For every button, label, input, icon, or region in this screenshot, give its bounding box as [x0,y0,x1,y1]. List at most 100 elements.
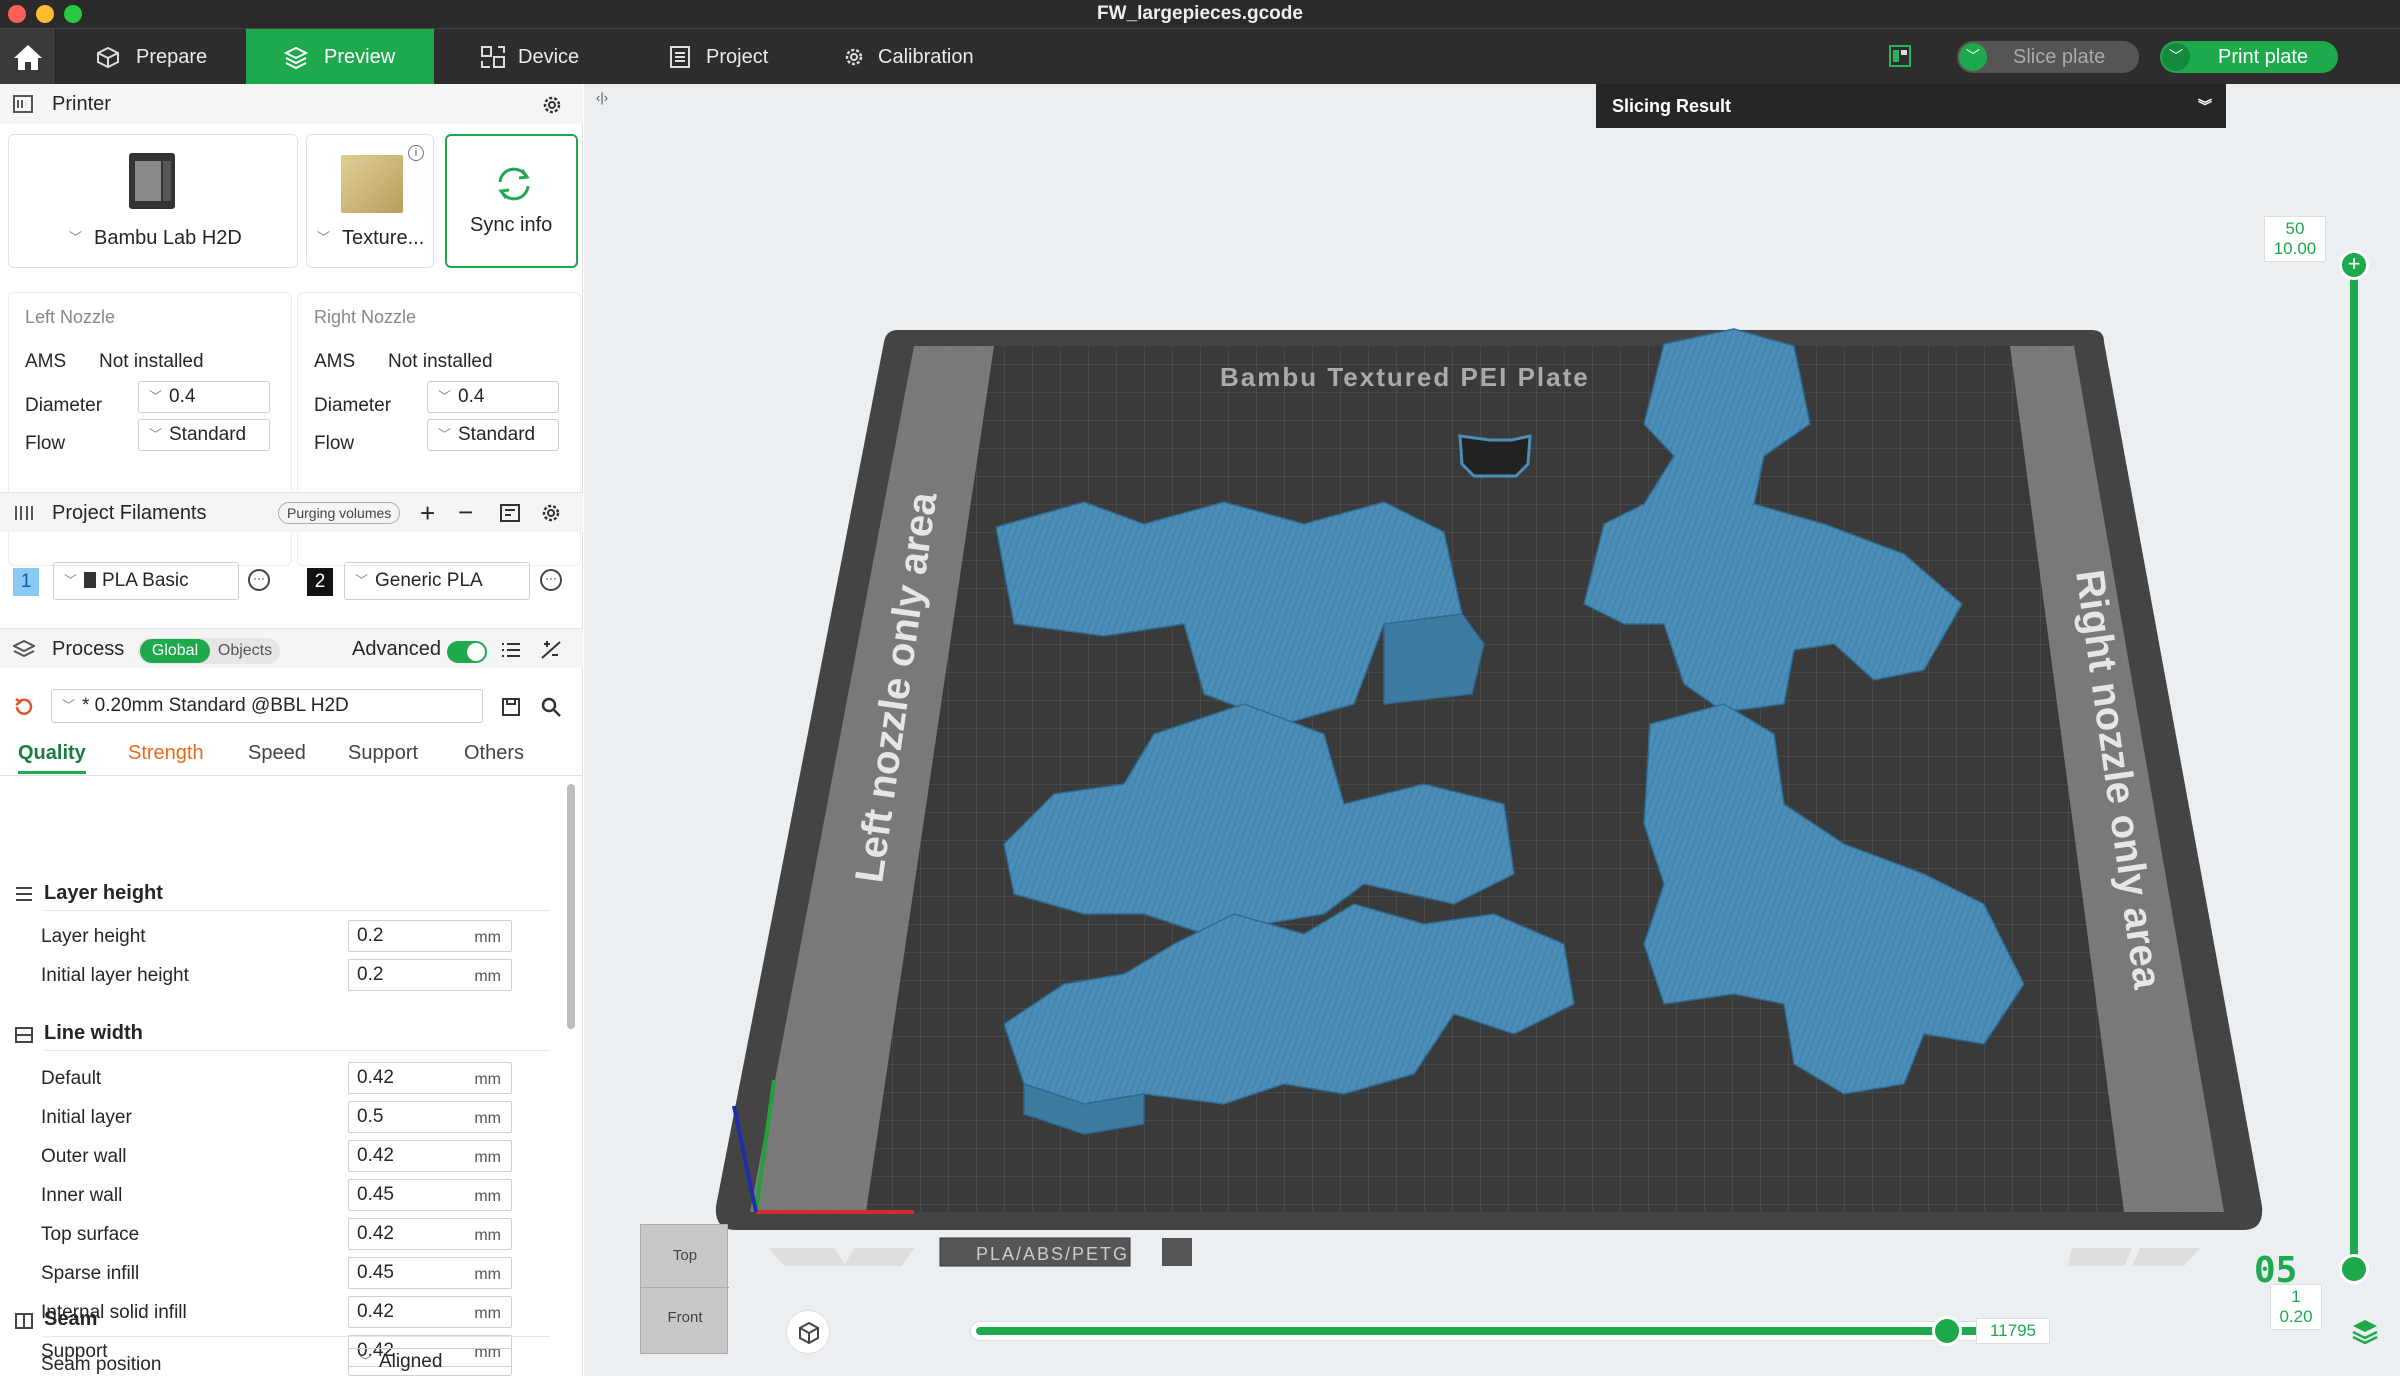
layer-height-category: Layer height [44,882,163,904]
initial-layer-line-width-input[interactable]: 0.5 mm [348,1101,512,1133]
tab-support[interactable]: Support [348,742,418,765]
layer-slider-track[interactable] [2350,258,2358,1278]
layers-icon [284,46,308,70]
sync-info-button[interactable]: Sync info [445,134,578,268]
save-profile-icon[interactable] [500,696,522,718]
minimize-window-button[interactable] [36,5,54,23]
setting-label: Top surface [41,1224,140,1245]
filament-2-more-icon[interactable]: ··· [540,569,562,591]
list-view-icon[interactable] [500,640,522,660]
chevron-down-icon: ﹀ [64,573,78,588]
plate-view-button[interactable] [1888,43,1912,69]
layer-slider-top-handle[interactable]: + [2339,250,2369,280]
layer-slider-bottom-handle[interactable] [2339,1254,2369,1284]
printer-section-header: Printer [0,84,583,124]
document-icon [670,46,690,68]
left-nozzle-diameter-select[interactable]: ﹀ 0.4 [138,381,270,413]
tab-device[interactable]: Device [470,29,610,85]
chevron-down-icon: ﹀ [355,573,369,588]
filament-settings-gear-icon[interactable] [541,503,561,523]
tab-strength[interactable]: Strength [128,742,204,765]
slice-dropdown-chevron-icon[interactable]: ﹀ [1959,43,1987,71]
left-nozzle-flow-select[interactable]: ﹀ Standard [138,419,270,451]
printer-chevron-icon: ﹀ [69,230,83,245]
plate-label: Bambu Textured PEI Plate [1220,362,1590,392]
right-nozzle-diameter-select[interactable]: ﹀ 0.4 [427,381,559,413]
objects-toggle-option[interactable]: Objects [214,639,276,663]
plate-footer-label: PLA/ABS/PETG [976,1244,1129,1264]
home-icon [14,45,42,70]
view-cube[interactable]: Top Front [640,1224,729,1354]
filament-1-more-icon[interactable]: ··· [248,569,270,591]
reset-view-button[interactable] [786,1310,830,1354]
printer-settings-gear-icon[interactable] [542,95,562,115]
seam-position-select[interactable]: ﹀ Aligned [348,1348,512,1376]
initial-layer-height-input[interactable]: 0.2 mm [348,959,512,991]
outer-wall-line-width-input[interactable]: 0.42 mm [348,1140,512,1172]
add-filament-icon[interactable]: + [420,493,435,533]
remove-filament-icon[interactable]: − [458,492,473,532]
plate-chevron-icon: ﹀ [317,230,331,245]
compare-icon[interactable] [540,640,562,660]
close-window-button[interactable] [8,5,26,23]
layer-height-input[interactable]: 0.2 mm [348,920,512,952]
layers-legend-button[interactable] [2350,1316,2380,1346]
seam-category: Seam [44,1308,98,1330]
layer-bottom-readout: 1 0.20 [2270,1284,2322,1330]
tab-calibration[interactable]: Calibration [836,29,1006,85]
filament-grouping-icon[interactable] [499,503,521,523]
main-toolbar: Prepare Preview Device Project Calibrati… [0,28,2400,85]
internal-solid-infill-line-width-input[interactable]: 0.42 mm [348,1296,512,1328]
line-width-category: Line width [44,1022,143,1044]
textured-plate-image [341,155,403,213]
setting-label: Initial layer height [41,965,189,986]
reset-profile-icon[interactable] [12,696,34,718]
process-section-header: Process Global Objects Advanced [0,628,583,668]
build-plate-scene: Bambu Textured PEI Plate Left nozzle onl… [715,328,2263,1267]
3d-viewport[interactable]: ‹|› Slicing Result ︾ Bambu Textured PEI … [584,84,2400,1376]
filament-index-badge: 1 [13,568,39,596]
tab-project[interactable]: Project [660,29,800,85]
slice-plate-button[interactable]: ﹀ Slice plate [1957,41,2139,73]
right-nozzle-flow-select[interactable]: ﹀ Standard [427,419,559,451]
home-button[interactable] [0,29,56,85]
sparse-infill-line-width-input[interactable]: 0.45 mm [348,1257,512,1289]
chevron-down-icon: ﹀ [438,389,452,404]
filaments-section-header: Project Filaments Purging volumes + − [0,492,583,532]
view-cube-icon [799,1321,819,1345]
tab-quality[interactable]: Quality [18,742,86,774]
filament-2-select[interactable]: ﹀ Generic PLA [344,562,530,600]
inner-wall-line-width-input[interactable]: 0.45 mm [348,1179,512,1211]
settings-scrollbar[interactable] [567,784,575,1029]
sync-icon [498,167,530,201]
filament-icon [15,506,33,520]
print-plate-button[interactable]: ﹀ Print plate [2160,41,2338,73]
process-profile-select[interactable]: ﹀ * 0.20mm Standard @BBL H2D [51,689,483,723]
printer-selector[interactable]: ﹀ Bambu Lab H2D [8,134,298,268]
default-line-width-input[interactable]: 0.42 mm [348,1062,512,1094]
gear-icon [845,48,863,66]
top-surface-line-width-input[interactable]: 0.42 mm [348,1218,512,1250]
move-slider-track[interactable] [970,1321,2004,1341]
tab-preview[interactable]: Preview [246,29,434,85]
chevron-down-icon: ﹀ [359,1354,373,1369]
process-tabs: Quality Strength Speed Support Others [0,734,583,776]
filament-1-select[interactable]: ﹀ PLA Basic [53,562,239,600]
search-icon[interactable] [540,696,562,718]
printer-image [129,153,175,209]
divider [44,1336,550,1337]
plate-info-icon[interactable]: i [408,145,424,161]
print-dropdown-chevron-icon[interactable]: ﹀ [2162,43,2190,71]
tab-prepare[interactable]: Prepare [60,29,240,85]
global-toggle-option[interactable]: Global [140,639,210,663]
move-slider-handle[interactable] [1932,1316,1962,1346]
tab-others[interactable]: Others [464,742,524,765]
plate-type-selector[interactable]: i ﹀ Texture... [306,134,434,268]
advanced-toggle-switch[interactable] [447,641,487,663]
tab-speed[interactable]: Speed [248,742,306,765]
global-objects-toggle[interactable]: Global Objects [138,638,280,664]
purging-volumes-button[interactable]: Purging volumes [278,502,401,524]
zoom-window-button[interactable] [64,5,82,23]
device-icon [481,46,505,68]
chevron-down-icon: ﹀ [438,427,452,442]
